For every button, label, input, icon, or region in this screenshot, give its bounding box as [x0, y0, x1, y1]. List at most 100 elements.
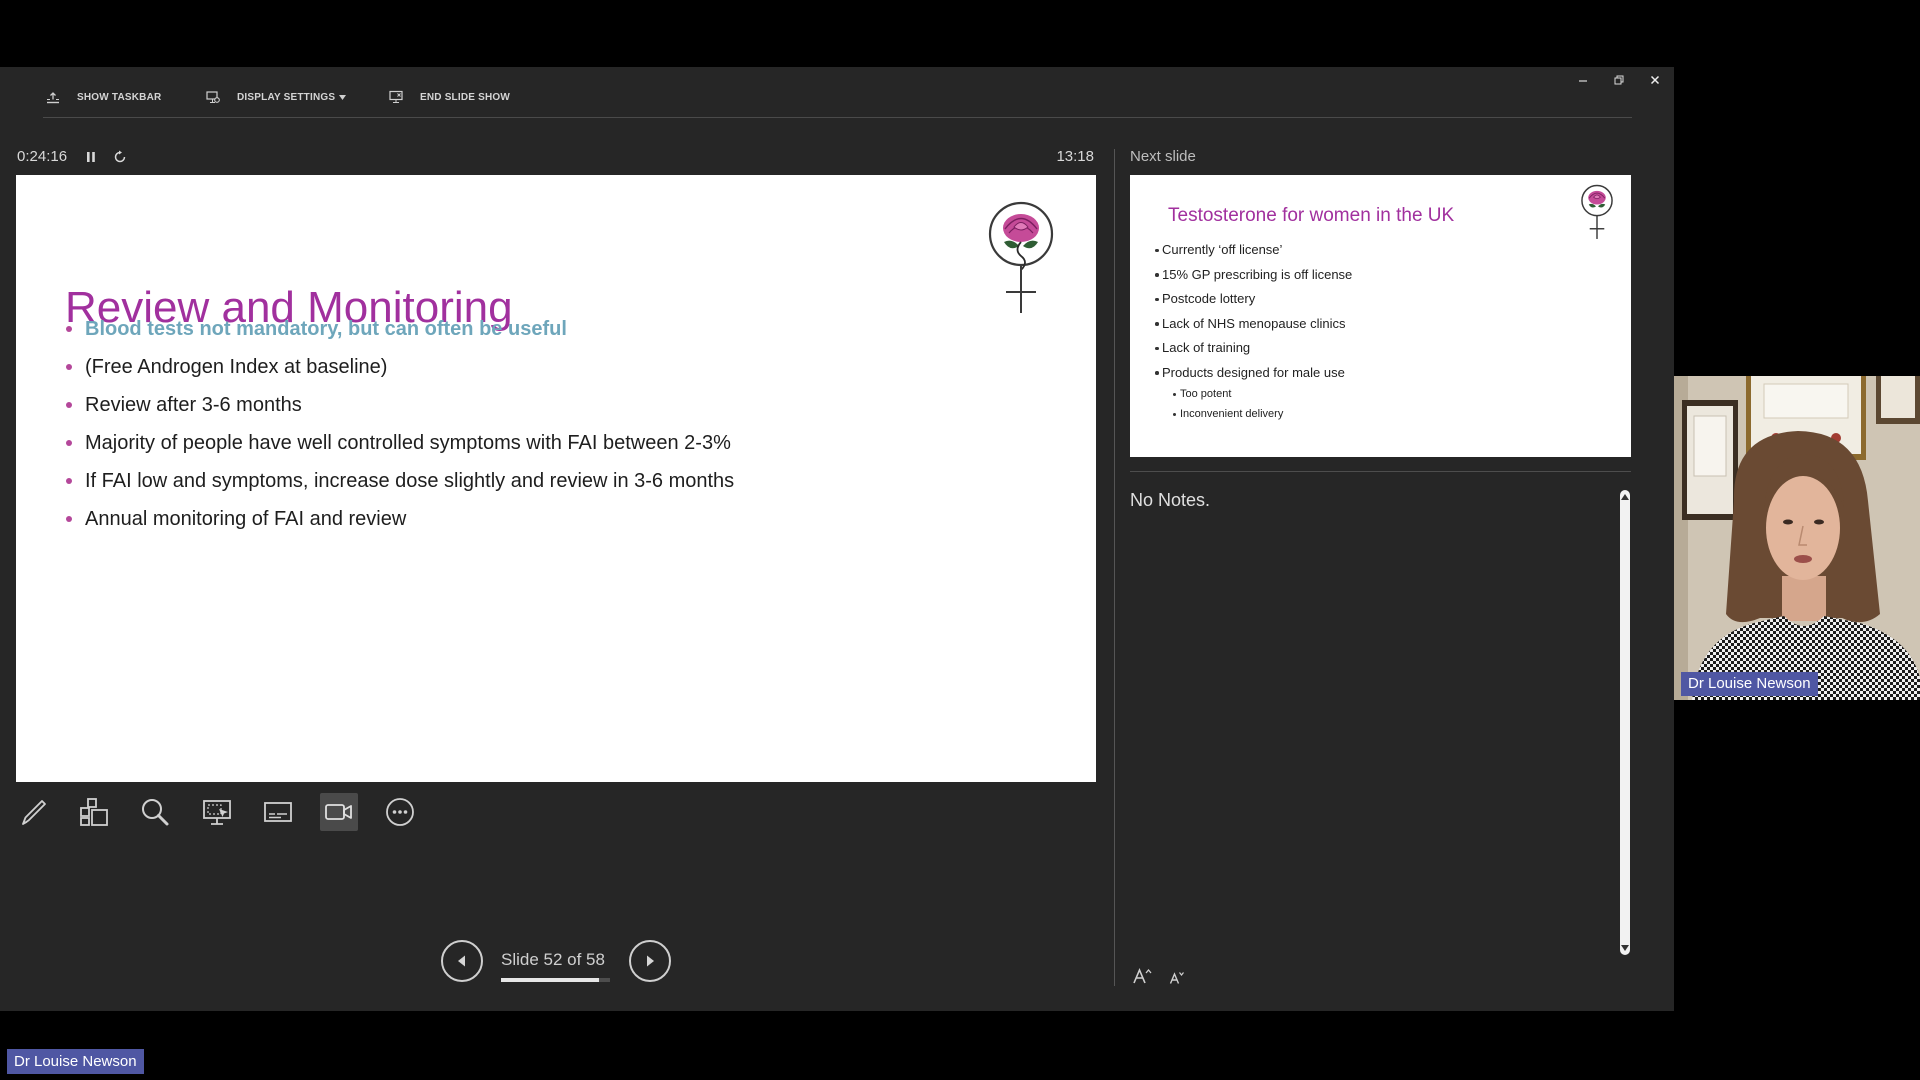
more-options-button[interactable]: [384, 796, 416, 828]
elapsed-timer: 0:24:16: [17, 148, 68, 165]
end-slide-show-button[interactable]: END SLIDE SHOW: [389, 89, 510, 105]
presenter-view-window: SHOW TASKBAR DISPLAY SETTINGS END SLIDE …: [0, 67, 1674, 1011]
bullet-dot: [66, 516, 72, 522]
decrease-font-icon: [1169, 972, 1184, 984]
next-slide-bullet-text: Postcode lottery: [1162, 291, 1256, 306]
all-slides-icon: [80, 798, 108, 826]
next-slide-bullet-text: Currently ‘off license’: [1162, 242, 1283, 257]
bullet-dot: [1173, 393, 1176, 396]
bullet-dot: [1155, 273, 1159, 277]
slide-counter[interactable]: Slide 52 of 58: [501, 950, 605, 970]
previous-slide-button[interactable]: [441, 940, 483, 982]
next-slide-bullet: Lack of NHS menopause clinics: [1130, 312, 1631, 337]
next-slide-bullet-text: 15% GP prescribing is off license: [1162, 266, 1353, 282]
toolbar-divider: [43, 117, 1632, 118]
scroll-down-icon[interactable]: [1621, 945, 1629, 951]
participant-name-badge: Dr Louise Newson: [1681, 672, 1818, 696]
laser-pointer-button[interactable]: [201, 796, 233, 828]
slide-bullet-text: Review after 3-6 months: [85, 394, 302, 416]
end-slide-show-label: END SLIDE SHOW: [420, 91, 511, 103]
slide-bullet-text: Annual monitoring of FAI and review: [85, 508, 407, 530]
pen-tool-button[interactable]: [18, 796, 50, 828]
clock: 13:18: [1056, 148, 1094, 165]
rose-logo-icon: [1580, 184, 1614, 240]
next-slide-preview[interactable]: Testosterone for women in the UK Current…: [1130, 175, 1631, 457]
slide-bullet: Blood tests not mandatory, but can often…: [16, 310, 1096, 348]
slide-progress-fill: [501, 978, 600, 982]
next-slide-sub-bullet: Inconvenient delivery: [1130, 405, 1631, 425]
participant-video[interactable]: Dr Louise Newson: [1674, 376, 1920, 700]
next-slide-sub-bullet-text: Inconvenient delivery: [1180, 407, 1284, 420]
next-slide-sub-bullet-text: Too potent: [1180, 388, 1232, 400]
next-slide-bullet: Products designed for male use Too poten…: [1130, 361, 1631, 420]
zoom-icon: [142, 799, 169, 826]
slide-bullet: Review after 3-6 months: [16, 386, 1096, 424]
next-slide-sub-bullet-list: Too potent Inconvenient delivery: [1130, 385, 1631, 424]
scroll-up-icon[interactable]: [1621, 494, 1629, 500]
notes-scrollbar[interactable]: [1619, 490, 1631, 955]
subtitles-button[interactable]: [262, 796, 294, 828]
pause-icon[interactable]: [86, 151, 96, 163]
camera-icon: [325, 804, 352, 820]
increase-font-button[interactable]: [1132, 967, 1152, 985]
pane-divider[interactable]: [1114, 149, 1115, 986]
next-slide-title: Testosterone for women in the UK: [1168, 205, 1455, 226]
close-icon[interactable]: [1650, 75, 1660, 85]
slide-bullet: (Free Androgen Index at baseline): [16, 348, 1096, 386]
next-slide-bullet: Lack of training: [1130, 336, 1631, 361]
next-slide-bullet-text: Products designed for male use: [1162, 364, 1345, 380]
slide-bullet: If FAI low and symptoms, increase dose s…: [16, 462, 1096, 500]
restart-icon[interactable]: [113, 150, 127, 164]
more-icon: [386, 798, 414, 826]
next-slide-button[interactable]: [629, 940, 671, 982]
restore-icon[interactable]: [1614, 75, 1624, 85]
next-slide-bullet: Currently ‘off license’: [1130, 238, 1631, 263]
notes-scroll-thumb[interactable]: [1620, 490, 1630, 955]
laser-pointer-icon: [203, 800, 231, 825]
speaker-notes[interactable]: No Notes.: [1130, 489, 1210, 511]
bullet-dot: [1155, 248, 1159, 252]
bullet-dot: [66, 326, 72, 332]
participant-video-frame: [1674, 376, 1920, 700]
display-settings-icon: [206, 90, 220, 104]
bullet-dot: [1155, 346, 1159, 350]
bullet-dot: [1173, 412, 1176, 416]
next-slide-sub-bullet: Too potent: [1130, 385, 1631, 405]
pen-icon: [22, 800, 46, 825]
end-slideshow-icon: [389, 90, 403, 104]
bullet-dot: [66, 364, 72, 370]
increase-font-icon: [1133, 967, 1152, 984]
decrease-font-button[interactable]: [1169, 970, 1185, 985]
slide-bullet: Majority of people have well controlled …: [16, 424, 1096, 462]
bullet-dot: [66, 478, 72, 484]
taskbar-icon: [46, 90, 60, 104]
rose-logo-icon: [986, 200, 1056, 315]
minimize-icon[interactable]: [1578, 75, 1588, 85]
bullet-dot: [1155, 371, 1159, 375]
next-slide-bullet-text: Lack of NHS menopause clinics: [1162, 315, 1346, 331]
slide-bullet-text: (Free Androgen Index at baseline): [85, 356, 388, 378]
current-slide: Review and Monitoring Blood tests not ma…: [16, 175, 1096, 782]
camera-toggle-button[interactable]: [323, 796, 355, 828]
show-taskbar-button[interactable]: SHOW TASKBAR: [46, 89, 161, 105]
next-slide-bullet-text: Lack of training: [1162, 340, 1251, 355]
slide-bullet-text: Blood tests not mandatory, but can often…: [85, 318, 567, 340]
slide-bullet-text: Majority of people have well controlled …: [85, 432, 731, 454]
see-all-slides-button[interactable]: [78, 796, 110, 828]
next-arrow-icon: [647, 955, 654, 967]
bullet-dot: [1155, 322, 1159, 326]
next-slide-bullet-list: Currently ‘off license’ 15% GP prescribi…: [1130, 238, 1631, 420]
next-slide-bullet: 15% GP prescribing is off license: [1130, 263, 1631, 288]
bullet-dot: [66, 402, 72, 408]
next-slide-bullet: Postcode lottery: [1130, 287, 1631, 312]
presenter-name-badge: Dr Louise Newson: [7, 1049, 144, 1074]
slide-bullet: Annual monitoring of FAI and review: [16, 500, 1096, 538]
show-taskbar-label: SHOW TASKBAR: [77, 91, 162, 103]
notes-divider[interactable]: [1130, 471, 1631, 472]
zoom-button[interactable]: [139, 796, 171, 828]
display-settings-button[interactable]: DISPLAY SETTINGS: [206, 89, 347, 105]
slide-bullet-list: Blood tests not mandatory, but can often…: [16, 310, 1096, 538]
bullet-dot: [66, 440, 72, 446]
slide-bullet-text: If FAI low and symptoms, increase dose s…: [85, 470, 735, 492]
slide-progress-bar: [501, 978, 610, 982]
